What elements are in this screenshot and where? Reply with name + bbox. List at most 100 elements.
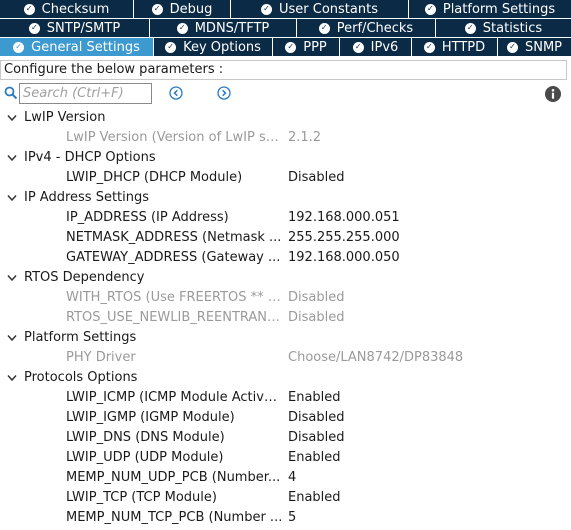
caret-down-icon[interactable]: [7, 194, 17, 202]
tab-ppp[interactable]: ✓ PPP: [273, 38, 340, 56]
parameter-row[interactable]: MEMP_NUM_UDP_PCB (Number... 4: [0, 468, 571, 488]
parameter-row[interactable]: LWIP_DNS (DNS Module) Disabled: [0, 428, 571, 448]
parameter-row[interactable]: NETMASK_ADDRESS (Netmask ... 255.255.255…: [0, 228, 571, 248]
check-circle-icon: ✓: [151, 3, 163, 15]
group-label: Platform Settings: [24, 330, 137, 345]
tab-label: Key Options: [183, 39, 261, 55]
group-row[interactable]: LwIP Version: [0, 108, 571, 128]
tab-row-1: ✓ Checksum ✓ Debug ✓ User Constants ✓ Pl…: [0, 0, 571, 18]
check-circle-icon: ✓: [318, 22, 330, 34]
parameter-value: 5: [288, 510, 297, 525]
tab-user-constants[interactable]: ✓ User Constants: [231, 0, 409, 18]
parameter-name: LWIP_DHCP (DHCP Module): [66, 170, 243, 185]
parameter-value: 192.168.000.051: [288, 210, 400, 225]
parameter-row[interactable]: MEMP_NUM_TCP_PCB (Number ... 5: [0, 508, 571, 528]
parameter-name: MEMP_NUM_TCP_PCB (Number ...: [66, 510, 283, 525]
check-circle-icon: ✓: [176, 22, 188, 34]
tab-debug[interactable]: ✓ Debug: [134, 0, 231, 18]
parameter-name: RTOS_USE_NEWLIB_REENTRANT...: [66, 310, 284, 325]
parameter-row[interactable]: PHY Driver Choose/LAN8742/DP83848: [0, 348, 571, 368]
tab-platform-settings[interactable]: ✓ Platform Settings: [409, 0, 571, 18]
parameter-value: Disabled: [288, 310, 345, 325]
parameter-name: LWIP_TCP (TCP Module): [66, 490, 217, 505]
caret-down-icon[interactable]: [7, 154, 17, 162]
magnifier-icon[interactable]: [4, 86, 18, 100]
tab-mdns-tftp[interactable]: ✓ MDNS/TFTP: [150, 19, 297, 37]
parameter-name: LwIP Version (Version of LwIP su...: [66, 130, 284, 145]
caret-down-icon[interactable]: [7, 374, 17, 382]
tab-general-settings[interactable]: ✓ General Settings: [0, 38, 154, 56]
tab-label: User Constants: [279, 1, 378, 17]
parameter-name: IP_ADDRESS (IP Address): [66, 210, 229, 225]
check-circle-icon: ✓: [423, 41, 435, 53]
check-circle-icon: ✓: [285, 41, 297, 53]
caret-down-icon[interactable]: [7, 114, 17, 122]
group-row[interactable]: IPv4 - DHCP Options: [0, 148, 571, 168]
tab-label: SNTP/SMTP: [46, 20, 121, 36]
group-label: Protocols Options: [24, 370, 138, 385]
check-circle-icon: ✓: [506, 41, 518, 53]
tab-label: General Settings: [31, 39, 140, 55]
parameter-value: Enabled: [288, 390, 341, 405]
tab-key-options[interactable]: ✓ Key Options: [154, 38, 273, 56]
tab-httpd[interactable]: ✓ HTTPD: [412, 38, 498, 56]
check-circle-icon: ✓: [13, 41, 25, 53]
search-input[interactable]: [19, 83, 152, 104]
tab-label: Statistics: [482, 20, 543, 36]
check-circle-icon: ✓: [261, 3, 272, 15]
parameter-row[interactable]: GATEWAY_ADDRESS (Gateway ... 192.168.000…: [0, 248, 571, 268]
tab-snmp[interactable]: ✓ SNMP: [498, 38, 571, 56]
tab-row-2: ✓ SNTP/SMTP ✓ MDNS/TFTP ✓ Perf/Checks ✓ …: [0, 19, 571, 37]
tab-ipv6[interactable]: ✓ IPv6: [340, 38, 412, 56]
config-panel: ✓ Checksum ✓ Debug ✓ User Constants ✓ Pl…: [0, 0, 571, 530]
parameter-name: NETMASK_ADDRESS (Netmask ...: [66, 230, 282, 245]
group-row[interactable]: Platform Settings: [0, 328, 571, 348]
check-circle-icon: ✓: [23, 3, 35, 15]
caret-down-icon[interactable]: [7, 334, 17, 342]
check-circle-icon: ✓: [28, 22, 40, 34]
group-row[interactable]: Protocols Options: [0, 368, 571, 388]
tab-label: HTTPD: [441, 39, 486, 55]
tab-label: SNMP: [524, 39, 563, 55]
tab-sntp-smtp[interactable]: ✓ SNTP/SMTP: [0, 19, 150, 37]
parameter-name: LWIP_UDP (UDP Module): [66, 450, 224, 465]
tab-perf-checks[interactable]: ✓ Perf/Checks: [297, 19, 436, 37]
parameter-row[interactable]: LWIP_UDP (UDP Module) Enabled: [0, 448, 571, 468]
tab-statistics[interactable]: ✓ Statistics: [436, 19, 571, 37]
parameter-value: Disabled: [288, 290, 345, 305]
parameter-row[interactable]: LWIP_DHCP (DHCP Module) Disabled: [0, 168, 571, 188]
tab-row-3: ✓ General Settings ✓ Key Options ✓ PPP ✓…: [0, 38, 571, 56]
circle-chevron-left-icon[interactable]: [169, 86, 183, 100]
parameter-name: WITH_RTOS (Use FREERTOS ** C...: [66, 290, 284, 305]
parameter-value: Disabled: [288, 170, 345, 185]
group-label: LwIP Version: [24, 110, 106, 125]
caret-down-icon[interactable]: [7, 274, 17, 282]
info-icon[interactable]: [545, 86, 561, 102]
tab-checksum[interactable]: ✓ Checksum: [0, 0, 134, 18]
check-circle-icon: ✓: [165, 41, 177, 53]
tab-label: MDNS/TFTP: [194, 20, 270, 36]
parameter-row[interactable]: LWIP_IGMP (IGMP Module) Disabled: [0, 408, 571, 428]
parameter-name: LWIP_IGMP (IGMP Module): [66, 410, 235, 425]
circle-chevron-right-icon[interactable]: [217, 86, 231, 100]
tab-label: Platform Settings: [442, 1, 556, 17]
group-label: IPv4 - DHCP Options: [24, 150, 156, 165]
parameter-value: Disabled: [288, 430, 345, 445]
parameter-row[interactable]: IP_ADDRESS (IP Address) 192.168.000.051: [0, 208, 571, 228]
tab-label: IPv6: [370, 39, 399, 55]
parameter-row[interactable]: LWIP_ICMP (ICMP Module Activat... Enable…: [0, 388, 571, 408]
parameter-value: 4: [288, 470, 297, 485]
group-label: RTOS Dependency: [24, 270, 145, 285]
parameter-row[interactable]: RTOS_USE_NEWLIB_REENTRANT... Disabled: [0, 308, 571, 328]
parameter-name: PHY Driver: [66, 350, 136, 365]
parameter-name: LWIP_ICMP (ICMP Module Activat...: [66, 390, 284, 405]
parameter-row[interactable]: LWIP_TCP (TCP Module) Enabled: [0, 488, 571, 508]
parameter-tree: LwIP Version LwIP Version (Version of Lw…: [0, 108, 571, 528]
parameter-row[interactable]: LwIP Version (Version of LwIP su... 2.1.…: [0, 128, 571, 148]
parameter-row[interactable]: WITH_RTOS (Use FREERTOS ** C... Disabled: [0, 288, 571, 308]
check-circle-icon: ✓: [352, 41, 364, 53]
group-row[interactable]: IP Address Settings: [0, 188, 571, 208]
group-row[interactable]: RTOS Dependency: [0, 268, 571, 288]
tab-label: Checksum: [41, 1, 110, 17]
parameter-name: LWIP_DNS (DNS Module): [66, 430, 225, 445]
